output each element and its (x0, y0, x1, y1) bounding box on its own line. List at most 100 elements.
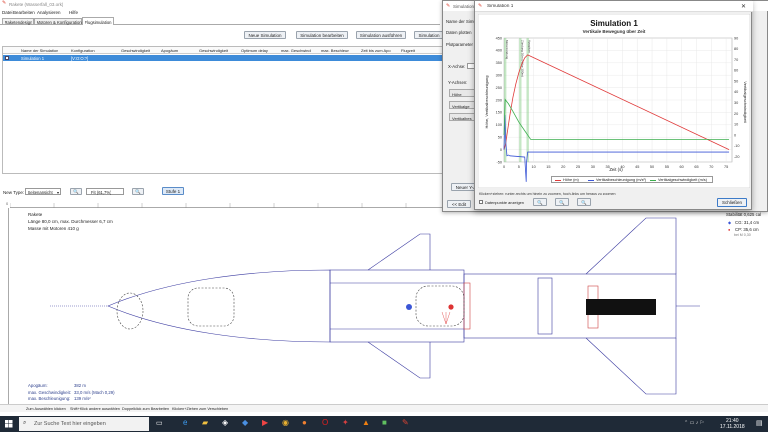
zoom-in-button[interactable]: 🔍 (70, 188, 82, 195)
plot-close-button[interactable]: Schließen (717, 198, 747, 207)
result-speed-label: max. Geschwindigkeit: (28, 390, 71, 395)
col-header-name[interactable]: Name der Simulation (21, 48, 58, 53)
rear-fin-bottom (585, 337, 677, 395)
clock-time[interactable]: 21:40 (726, 418, 739, 424)
chrome-icon[interactable]: ◉ (282, 418, 289, 427)
legend-label-accel: Vertikalbeschleunigung (m/s²) (596, 178, 647, 182)
legend-swatch-velocity (650, 180, 656, 181)
y-tick-label-right: 20 (734, 112, 738, 116)
tab-rocket-design-label: Raketendesign (4, 20, 33, 25)
x-tick-label: 75 (724, 165, 728, 169)
app-icon-2[interactable]: ✦ (342, 418, 349, 427)
app-icon-3[interactable]: ■ (382, 418, 387, 427)
stage-button[interactable]: Stufe 1 (162, 187, 184, 195)
dropbox-icon[interactable]: ◆ (242, 418, 248, 427)
col-header-apogee[interactable]: Apogäum (161, 48, 178, 53)
ruler-label-0: 0 (6, 201, 9, 206)
menu-help[interactable]: Hilfe (69, 10, 78, 15)
show-datapoints-checkbox[interactable] (479, 200, 483, 204)
start-button[interactable] (0, 416, 18, 432)
y-tick-label-right: -20 (734, 155, 740, 159)
x-tick-label: 60 (680, 165, 684, 169)
col-header-speed[interactable]: Geschwindigkeit (121, 48, 150, 53)
rocket-drawing[interactable] (0, 208, 768, 404)
col-header-flight-time[interactable]: Flugzeit (401, 48, 415, 53)
status-bar: Zum Auswählen klicken Shift+Klick andere… (0, 404, 768, 412)
store-icon[interactable]: ◈ (222, 418, 228, 427)
close-icon[interactable]: ✕ (741, 3, 746, 10)
clock-date[interactable]: 17.11.2018 (720, 424, 745, 430)
col-header-optimum-delay[interactable]: Optimum delay (241, 48, 268, 53)
vlc-icon[interactable]: ▲ (362, 418, 370, 427)
simulation-more-button-label: Simulation (418, 33, 440, 38)
y-axis-row-2-label: Vertikalge (452, 103, 470, 109)
menu-analyze[interactable]: Analysieren (37, 10, 61, 15)
run-simulation-button[interactable]: Simulation ausführen (356, 31, 406, 39)
run-simulation-button-label: Simulation ausführen (359, 33, 403, 38)
table-cell-config: [V:O:O:?] (71, 55, 89, 61)
col-header-time-to-apogee[interactable]: Zeit bis zum Apo (361, 48, 391, 53)
explorer-icon[interactable]: ▰ (202, 418, 208, 427)
tab-bar: Raketendesign Motoren & Konfiguration Fl… (0, 17, 440, 25)
show-datapoints-label: Datenpunkte anzeigen (485, 200, 524, 205)
media-icon[interactable]: ▶ (262, 418, 268, 427)
x-tick-label: 0 (503, 165, 505, 169)
menu-edit[interactable]: Bearbeiten (13, 10, 35, 15)
task-view-icon[interactable]: ▭ (156, 419, 163, 427)
chart-svg[interactable]: Simulation 1 Vertikale Bewegung über Zei… (478, 14, 750, 188)
new-simulation-button[interactable]: Neue Simulation (244, 31, 286, 39)
table-row[interactable]: Simulation 1 [V:O:O:?] (3, 55, 447, 61)
col-header-max-speed[interactable]: max. Geschwindi (281, 48, 311, 53)
firefox-icon[interactable]: ● (302, 418, 307, 427)
plot-zoom-in-button[interactable]: 🔍 (533, 198, 547, 206)
main-window-title: Rakete (Wasserfall_03.ork) (9, 1, 64, 7)
tray-icons[interactable]: ⌃ ▭ ♪ ⚐ (684, 420, 704, 426)
view-type-select[interactable]: Seitenansicht ▾ (25, 188, 61, 195)
payload (415, 285, 465, 327)
y-tick-label-left: 50 (498, 136, 502, 140)
tab-rocket-design[interactable]: Raketendesign (2, 18, 34, 25)
taskbar-search[interactable]: ⌕ Zur Suche Text hier eingeben (19, 417, 149, 431)
rear-fin-top (585, 217, 677, 275)
tab-motors[interactable]: Motoren & Konfiguration (34, 18, 82, 25)
zoom-select[interactable]: Fit (61,7%) (86, 188, 124, 195)
zoom-out-button[interactable]: 🔍 (132, 188, 144, 195)
back-edit-button-label: << Edit (451, 202, 467, 207)
x-tick-label: 30 (591, 165, 595, 169)
chart-y-label-right: Vertikalgeschwindigkeit (743, 81, 748, 123)
x-tick-label: 15 (546, 165, 550, 169)
y-tick-label-right: 30 (734, 101, 738, 105)
col-header-speed2[interactable]: Geschwindigkeit (199, 48, 228, 53)
edge-icon[interactable]: e (183, 418, 187, 427)
back-edit-button[interactable]: << Edit (447, 200, 471, 208)
result-apogee-label: Apogäum: (28, 383, 48, 388)
status-hint-2: Shift+Klick andere auswählen (70, 406, 120, 411)
col-header-max-accel[interactable]: max. Beschleun (321, 48, 349, 53)
notification-icon[interactable]: ▤ (756, 419, 763, 427)
tab-flight-simulation[interactable]: Flugsimulation (82, 17, 114, 25)
status-hint-3: Doppelklick zum Bearbeiten (122, 406, 170, 411)
event-label: Motorzündung (505, 40, 509, 60)
zoom-in-icon: 🔍 (73, 189, 79, 194)
y-axes-label: Y-Achsen: (448, 80, 468, 85)
plot-zoom-out-button[interactable]: 🔍 (555, 198, 569, 206)
zoom-value: Fit (61,7%) (91, 190, 112, 195)
x-tick-label: 40 (620, 165, 624, 169)
shock-cord (187, 287, 235, 327)
menu-file[interactable]: Datei (2, 10, 13, 15)
view-type-label: New Type: (3, 190, 25, 195)
col-header-config[interactable]: Konfiguration (71, 48, 95, 53)
opera-icon[interactable]: O (322, 418, 328, 427)
front-fin-bottom (367, 341, 431, 379)
plot-params-label: Plotparameter (446, 42, 473, 47)
openrocket-taskbar-icon[interactable]: ✎ (402, 418, 409, 427)
plot-zoom-fit-button[interactable]: 🔍 (577, 198, 591, 206)
plot-zoom-fit-icon: 🔍 (581, 200, 587, 205)
y-tick-label-left: 150 (496, 111, 502, 115)
simulation-more-button[interactable]: Simulation (414, 31, 444, 39)
legend-label-height: Höhe (m) (563, 178, 579, 182)
app-icon: ✎ (2, 0, 7, 6)
edit-simulation-button[interactable]: Simulation bearbeiten (296, 31, 348, 39)
tab-flight-simulation-label: Flugsimulation (84, 19, 112, 25)
taskbar-search-placeholder: Zur Suche Text hier eingeben (34, 420, 106, 427)
